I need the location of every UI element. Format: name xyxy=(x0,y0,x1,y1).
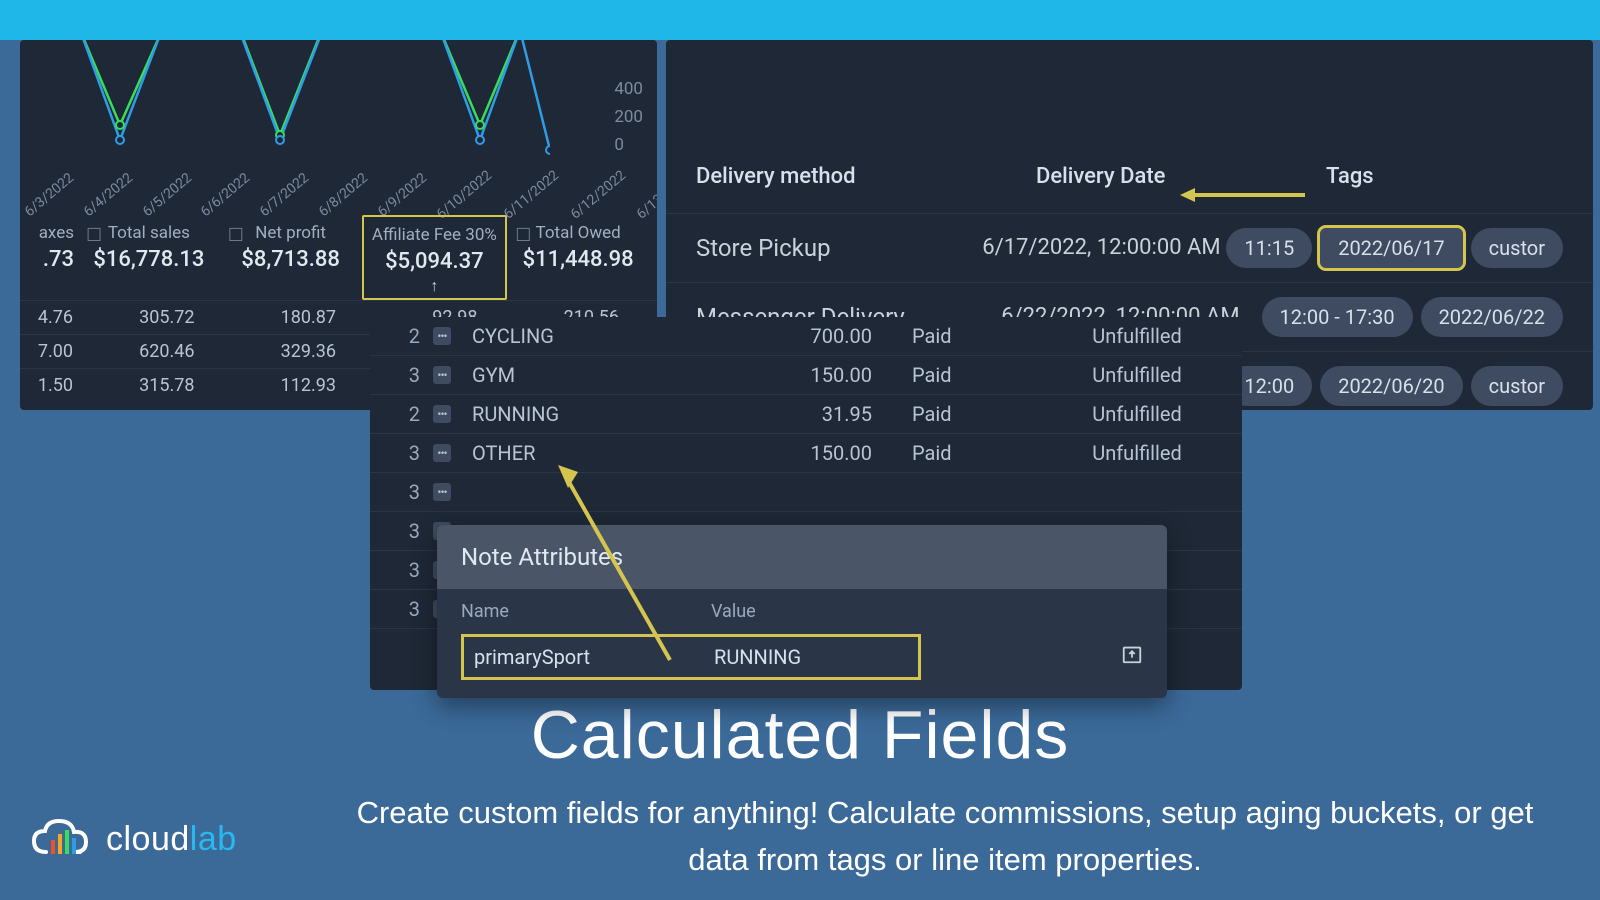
logo: cloudlab xyxy=(28,814,237,864)
note-attributes-popup: Note Attributes Name Value primarySport … xyxy=(437,525,1167,698)
col-delivery-date: Delivery Date xyxy=(1036,164,1326,189)
note-title: Note Attributes xyxy=(437,525,1167,589)
checkbox-icon[interactable]: ☐ xyxy=(228,225,244,246)
col-delivery-method: Delivery method xyxy=(696,164,1036,189)
y-tick: 400 xyxy=(614,75,643,103)
more-icon[interactable] xyxy=(428,443,456,463)
note-body: primarySport RUNNING xyxy=(437,634,1167,698)
col-tags: Tags xyxy=(1326,164,1563,189)
note-row[interactable]: primarySport RUNNING xyxy=(461,634,921,680)
subheadline: Create custom fields for anything! Calcu… xyxy=(340,790,1550,883)
more-icon[interactable] xyxy=(428,404,456,424)
chart-y-labels: 400 200 0 xyxy=(614,75,643,159)
metric-affiliate-fee[interactable]: Affiliate Fee 30% $5,094.37 ↑ xyxy=(362,215,508,300)
top-bar xyxy=(0,0,1600,40)
sort-up-icon: ↑ xyxy=(368,276,502,296)
open-icon[interactable] xyxy=(1121,643,1143,671)
tag[interactable]: 2022/06/22 xyxy=(1421,297,1563,337)
category-row[interactable]: 3 GYM 150.00 Paid Unfulfilled xyxy=(370,356,1242,395)
category-row[interactable]: 2 CYCLING 700.00 Paid Unfulfilled xyxy=(370,317,1242,356)
category-row[interactable]: 2 RUNNING 31.95 Paid Unfulfilled xyxy=(370,395,1242,434)
chart-area: 400 200 0 6/3/2022 6/4/2022 6/5/2022 6/6… xyxy=(20,40,657,215)
tag[interactable]: 11:15 xyxy=(1226,228,1312,268)
tag[interactable]: 2022/06/17 xyxy=(1320,228,1462,268)
y-tick: 200 xyxy=(614,103,643,131)
checkbox-icon[interactable]: ☐ xyxy=(86,225,102,246)
metric-taxes[interactable]: axes .73 xyxy=(28,215,78,300)
tag[interactable]: custor xyxy=(1471,228,1563,268)
logo-text: cloudlab xyxy=(106,820,237,859)
more-icon[interactable] xyxy=(428,326,456,346)
category-row[interactable]: 3 xyxy=(370,473,1242,512)
line-chart xyxy=(20,40,550,170)
more-icon[interactable] xyxy=(428,365,456,385)
category-row[interactable]: 3 OTHER 150.00 Paid Unfulfilled xyxy=(370,434,1242,473)
tag[interactable]: custor xyxy=(1471,366,1563,406)
metric-total-owed[interactable]: ☐ Total Owed $11,448.98 xyxy=(507,215,649,300)
checkbox-icon[interactable]: ☐ xyxy=(515,225,531,246)
chart-x-labels: 6/3/2022 6/4/2022 6/5/2022 6/6/2022 6/7/… xyxy=(20,187,550,203)
tag[interactable]: 2022/06/20 xyxy=(1320,366,1462,406)
metrics-row: axes .73 ☐ Total sales $16,778.13 ☐ Net … xyxy=(20,215,657,300)
metric-total-sales[interactable]: ☐ Total sales $16,778.13 xyxy=(78,215,220,300)
headline: Calculated Fields xyxy=(0,696,1600,774)
cloud-icon xyxy=(28,814,98,864)
note-columns: Name Value xyxy=(437,589,1167,634)
tag[interactable]: 12:00 - 17:30 xyxy=(1262,297,1413,337)
y-tick: 0 xyxy=(614,131,643,159)
delivery-row: Store Pickup 6/17/2022, 12:00:00 AM 11:1… xyxy=(666,214,1593,283)
more-icon[interactable] xyxy=(428,482,456,502)
delivery-header: Delivery method Delivery Date Tags xyxy=(666,140,1593,214)
metric-net-profit[interactable]: ☐ Net profit $8,713.88 xyxy=(220,215,362,300)
